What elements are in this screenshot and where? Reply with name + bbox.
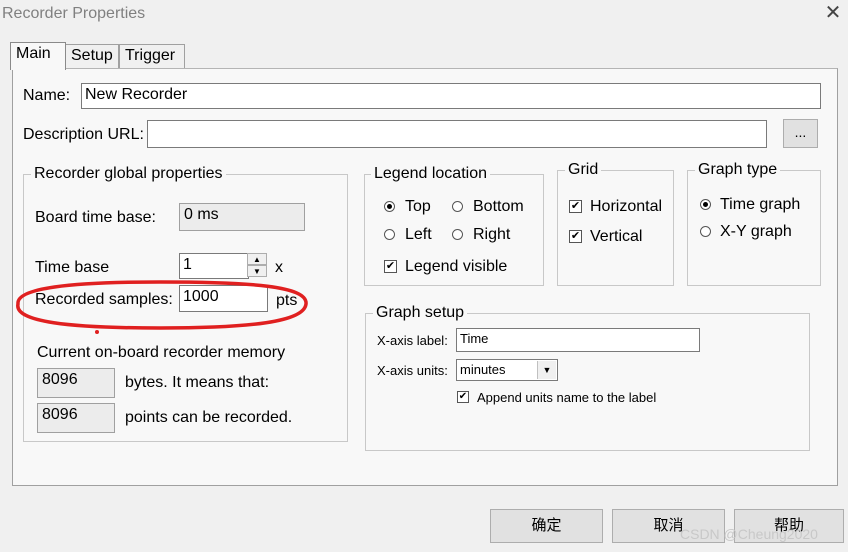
legend-right-radio[interactable] (452, 229, 463, 240)
tab-setup[interactable]: Setup (65, 44, 119, 68)
xaxis-units-value: minutes (460, 362, 506, 377)
points-text: points can be recorded. (125, 409, 293, 426)
legend-visible-checkbox[interactable]: ✔ (384, 260, 397, 273)
spin-up-icon[interactable]: ▲ (247, 253, 267, 265)
board-time-base-label: Board time base: (35, 209, 156, 226)
time-base-label: Time base (35, 259, 110, 276)
red-dot (95, 330, 99, 334)
browse-button[interactable]: ... (783, 119, 818, 148)
append-units-checkbox[interactable]: ✔ (457, 391, 469, 403)
tab-trigger[interactable]: Trigger (119, 44, 185, 68)
name-label: Name: (23, 87, 71, 104)
points-value: 8096 (37, 403, 115, 433)
close-icon[interactable]: ✕ (822, 2, 844, 24)
xaxis-label-input[interactable]: Time (456, 328, 700, 352)
legend-left-label[interactable]: Left (405, 226, 432, 244)
legend-top-label[interactable]: Top (405, 198, 431, 216)
grid-vertical-label[interactable]: Vertical (590, 228, 642, 246)
grid-horizontal-label[interactable]: Horizontal (590, 198, 662, 216)
time-base-input[interactable]: 1 (179, 253, 249, 279)
watermark: CSDN @Cheung2020 (680, 526, 818, 542)
legend-bottom-radio[interactable] (452, 201, 463, 212)
time-base-spinner[interactable]: ▲ ▼ (247, 253, 267, 279)
xy-graph-radio[interactable] (700, 226, 711, 237)
legend-right-label[interactable]: Right (473, 226, 510, 244)
time-base-unit: x (275, 259, 283, 276)
board-time-base-value: 0 ms (179, 203, 305, 231)
time-graph-radio[interactable] (700, 199, 711, 210)
legend-top-radio[interactable] (384, 201, 395, 212)
bytes-value: 8096 (37, 368, 115, 398)
chevron-down-icon[interactable]: ▼ (537, 361, 556, 379)
name-input[interactable]: New Recorder (81, 83, 821, 109)
grid-vertical-checkbox[interactable]: ✔ (569, 230, 582, 243)
description-url-label: Description URL: (23, 126, 144, 143)
xaxis-label-label: X-axis label: (377, 333, 448, 348)
xaxis-units-select[interactable]: minutes ▼ (456, 359, 558, 381)
graph-setup-legend: Graph setup (373, 304, 468, 322)
description-url-input[interactable] (147, 120, 767, 148)
xy-graph-label[interactable]: X-Y graph (720, 223, 792, 241)
bytes-text: bytes. It means that: (125, 374, 270, 391)
xaxis-units-label: X-axis units: (377, 363, 448, 378)
spin-down-icon[interactable]: ▼ (247, 265, 267, 277)
graph-type-legend: Graph type (695, 161, 781, 179)
ok-button[interactable]: 确定 (490, 509, 603, 543)
time-graph-label[interactable]: Time graph (720, 196, 800, 214)
legend-visible-label[interactable]: Legend visible (405, 258, 507, 276)
append-units-label[interactable]: Append units name to the label (477, 390, 656, 405)
legend-bottom-label[interactable]: Bottom (473, 198, 524, 216)
grid-legend: Grid (565, 161, 602, 179)
recorder-global-legend: Recorder global properties (31, 165, 226, 183)
window-title: Recorder Properties (2, 5, 146, 22)
tab-main[interactable]: Main (10, 42, 66, 70)
grid-horizontal-checkbox[interactable]: ✔ (569, 200, 582, 213)
legend-left-radio[interactable] (384, 229, 395, 240)
memory-title: Current on-board recorder memory (37, 344, 286, 361)
legend-location-legend: Legend location (371, 165, 490, 183)
red-annotation-ellipse (16, 280, 308, 330)
